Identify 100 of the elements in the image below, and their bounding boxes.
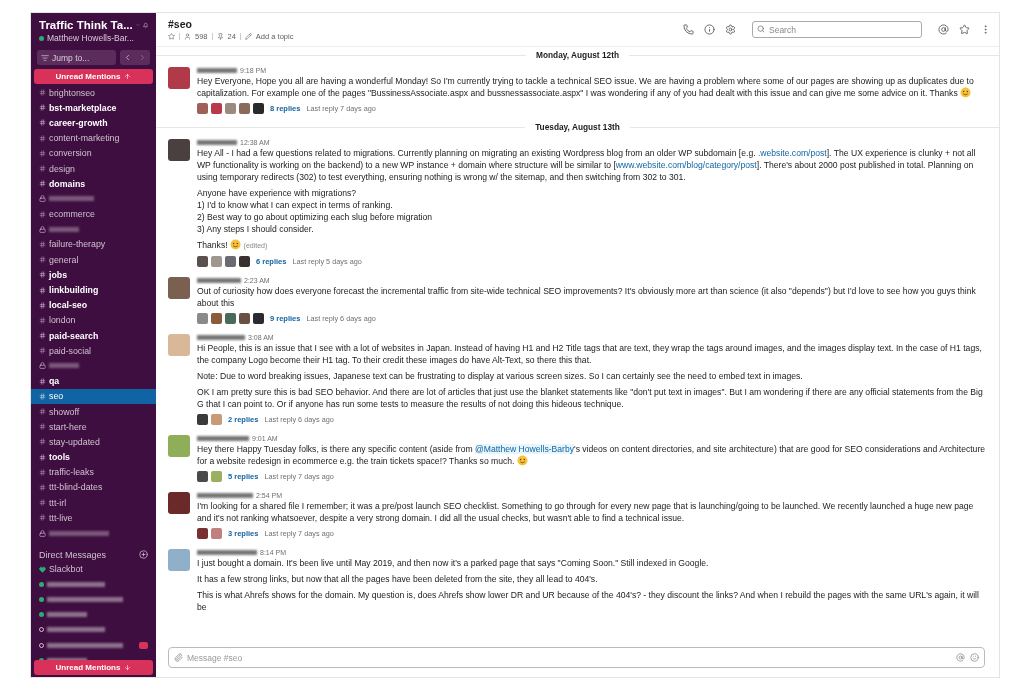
channel-item[interactable]: linkbuilding bbox=[31, 282, 156, 298]
channel-item[interactable]: ttt-irl bbox=[31, 495, 156, 511]
hash-icon bbox=[39, 104, 46, 112]
hash-icon bbox=[39, 347, 46, 355]
user-mention[interactable]: @Matthew Howells-Barby bbox=[475, 444, 574, 454]
channel-item[interactable]: paid-search bbox=[31, 328, 156, 344]
unread-mentions-button[interactable]: Unread Mentions bbox=[34, 69, 153, 84]
arrow-up-icon bbox=[124, 73, 132, 80]
redacted-name bbox=[197, 139, 237, 145]
channel-name: design bbox=[49, 163, 75, 174]
channel-name: failure-therapy bbox=[49, 239, 106, 250]
smiley-emoji-icon bbox=[516, 455, 528, 466]
unread-mentions-button[interactable]: Unread Mentions bbox=[34, 660, 153, 675]
lock-icon bbox=[39, 362, 46, 370]
workspace-name[interactable]: Traffic Think Ta... bbox=[39, 19, 133, 31]
lock-icon bbox=[39, 195, 46, 203]
avatar-placeholder[interactable] bbox=[168, 67, 190, 89]
hash-icon bbox=[39, 453, 46, 461]
redacted-name bbox=[47, 612, 87, 618]
channel-item[interactable]: traffic-leaks bbox=[31, 464, 156, 480]
avatar-placeholder[interactable] bbox=[168, 435, 190, 457]
redacted-name bbox=[197, 334, 245, 340]
channel-name: content-marketing bbox=[49, 133, 120, 144]
message-text: I just bought a domain. It's been live until May 2019, and then now it's a parked page that says "Coming Soon." Still indexed in Google. bbox=[197, 558, 709, 568]
channel-name: paid-search bbox=[49, 330, 99, 341]
channel-title: #seo bbox=[168, 18, 193, 30]
avatar-placeholder[interactable] bbox=[168, 139, 190, 161]
at-sign-icon[interactable] bbox=[956, 653, 965, 662]
arrow-down-icon bbox=[124, 664, 132, 671]
pin-icon[interactable] bbox=[216, 33, 224, 40]
star-icon[interactable] bbox=[168, 33, 175, 40]
channel-item[interactable]: content-marketing bbox=[31, 130, 156, 146]
smiley-emoji-icon bbox=[229, 239, 241, 250]
hash-icon bbox=[39, 149, 46, 157]
settings-icon[interactable] bbox=[725, 24, 736, 35]
hash-icon bbox=[39, 514, 46, 522]
redacted-name bbox=[49, 530, 109, 536]
hash-icon bbox=[39, 286, 46, 294]
jump-to-placeholder: Jump to... bbox=[52, 52, 90, 63]
channel-item[interactable]: ecommerce bbox=[31, 206, 156, 222]
hash-icon bbox=[39, 483, 46, 491]
channel-item[interactable]: paid-social bbox=[31, 343, 156, 359]
presence-dot bbox=[39, 35, 44, 41]
channel-item[interactable]: ttt-live bbox=[31, 510, 156, 526]
hash-icon bbox=[39, 256, 46, 264]
channel-item[interactable]: general bbox=[31, 252, 156, 268]
channel-item[interactable]: start-here bbox=[31, 419, 156, 435]
message-field[interactable]: Message #seo bbox=[168, 647, 985, 668]
avatar-placeholder[interactable] bbox=[168, 277, 190, 299]
add-icon[interactable] bbox=[139, 550, 148, 560]
history-nav-button[interactable] bbox=[120, 50, 150, 65]
day-divider-label: Tuesday, August 13th bbox=[534, 122, 621, 132]
channel-item[interactable]: seo bbox=[31, 388, 156, 404]
phone-icon[interactable] bbox=[683, 24, 694, 35]
channel-item[interactable]: career-growth bbox=[31, 115, 156, 131]
channel-name: start-here bbox=[49, 421, 87, 432]
channel-item[interactable]: jobs bbox=[31, 267, 156, 283]
message-text: It has a few strong links, but now that all the pages have been deleted from the site, they all lead to 404's. bbox=[197, 574, 598, 584]
channel-item[interactable]: bst-marketplace bbox=[31, 100, 156, 116]
paperclip-icon[interactable] bbox=[174, 653, 183, 662]
search-field[interactable]: Search bbox=[752, 21, 922, 38]
channel-item[interactable]: domains bbox=[31, 176, 156, 192]
avatar-placeholder[interactable] bbox=[168, 492, 190, 514]
redacted-name bbox=[49, 196, 94, 202]
at-sign-icon[interactable] bbox=[938, 24, 949, 35]
redacted-name bbox=[49, 363, 79, 369]
dm-item[interactable]: Slackbot bbox=[31, 561, 156, 577]
emoji-icon[interactable] bbox=[970, 653, 979, 662]
channel-name: jobs bbox=[49, 269, 68, 280]
pencil-icon[interactable] bbox=[244, 33, 252, 40]
hash-icon bbox=[39, 377, 46, 385]
hash-icon bbox=[39, 89, 46, 97]
star-icon[interactable] bbox=[959, 24, 970, 35]
channel-item[interactable]: design bbox=[31, 160, 156, 177]
channel-item[interactable]: tools bbox=[31, 449, 156, 465]
filter-icon bbox=[41, 53, 49, 62]
link[interactable]: .website.com/post bbox=[757, 148, 827, 158]
section-title[interactable]: Direct Messages bbox=[39, 549, 107, 560]
info-icon[interactable] bbox=[704, 24, 715, 35]
channel-name: brightonseo bbox=[49, 87, 95, 98]
channel-item[interactable]: local-seo bbox=[31, 297, 156, 313]
channel-item[interactable]: failure-therapy bbox=[31, 236, 156, 253]
members-icon[interactable] bbox=[184, 33, 191, 40]
channel-name: general bbox=[49, 254, 79, 265]
channel-item[interactable]: qa bbox=[31, 373, 156, 389]
jump-to-field[interactable]: Jump to... bbox=[37, 50, 116, 65]
redacted-name bbox=[47, 581, 105, 587]
redacted-name bbox=[197, 67, 237, 73]
message-text: I'm looking for a shared file I remember; it was a pre/post launch SEO checklist. Something to go through for every new page that is launching/going to be launched. We recently launched a huge new page and it's not ranking whatsoever, despite a very strong domain. I did all the usual checks, but wasn't able to find a technical issue. bbox=[197, 501, 974, 523]
channel-item[interactable]: stay-updated bbox=[31, 434, 156, 450]
channel-item[interactable]: london bbox=[31, 312, 156, 328]
channel-item[interactable]: ttt-blind-dates bbox=[31, 479, 156, 496]
channel-item[interactable]: conversion bbox=[31, 145, 156, 161]
channel-item[interactable]: showoff bbox=[31, 403, 156, 420]
user-name: Matthew Howells-Bar... bbox=[47, 33, 134, 43]
hash-icon bbox=[39, 423, 46, 431]
channel-name: traffic-leaks bbox=[49, 467, 94, 478]
hash-icon bbox=[39, 316, 46, 324]
hash-icon bbox=[39, 180, 46, 188]
channel-item[interactable]: brightonseo bbox=[31, 85, 156, 101]
